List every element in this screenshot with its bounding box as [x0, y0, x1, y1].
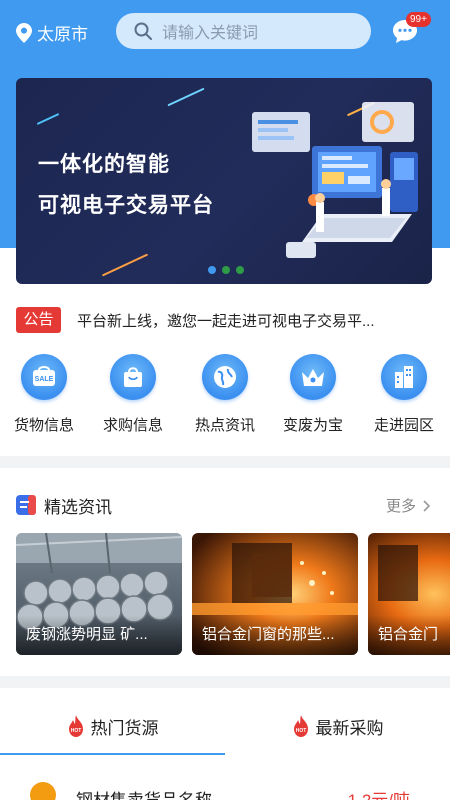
nav-label: 走进园区	[373, 417, 434, 434]
nav-item-purchase[interactable]: 求购信息	[97, 354, 169, 435]
svg-text:SALE: SALE	[35, 376, 54, 383]
banner-decoration	[36, 113, 60, 125]
divider	[0, 456, 450, 468]
banner-decoration	[167, 87, 205, 107]
list-item[interactable]: 钢材售卖货品名称 1.2元/吨	[0, 770, 450, 800]
nav-item-goods[interactable]: SALE 货物信息	[8, 354, 80, 435]
laptop-illustration	[252, 102, 418, 258]
news-card[interactable]: 废钢涨势明显 矿...	[16, 533, 182, 655]
category-nav: SALE 货物信息 求购信息 热点资讯 变废为宝 走进园区	[0, 354, 450, 444]
search-input[interactable]: 请输入关键词	[116, 13, 371, 49]
nav-label: 变废为宝	[282, 417, 343, 434]
nav-item-park[interactable]: 走进园区	[368, 354, 440, 435]
news-card-caption: 铝合金门	[368, 615, 450, 655]
top-header: 太原市 请输入关键词 99+	[0, 0, 450, 62]
news-card-caption: 铝合金门窗的那些...	[192, 615, 358, 655]
city-label: 太原市	[37, 25, 88, 44]
announcement-bar[interactable]: 公告 平台新上线，邀您一起走进可视电子交易平...	[16, 306, 436, 334]
tab-hot-supply[interactable]: HOT 热门货源	[0, 698, 225, 754]
banner-title-line1: 一体化的智能	[38, 153, 170, 176]
hot-flame-icon: HOT	[293, 715, 308, 737]
banner-dot[interactable]	[222, 266, 230, 274]
goods-icon	[30, 782, 56, 800]
nav-item-recycle[interactable]: 变废为宝	[277, 354, 349, 435]
news-card[interactable]: 铝合金门	[368, 533, 450, 655]
announcement-tag: 公告	[16, 307, 61, 333]
item-price: 1.2元/吨	[348, 786, 410, 800]
nav-label: 货物信息	[13, 417, 74, 434]
svg-text:HOT: HOT	[70, 728, 81, 734]
banner-pagination	[208, 266, 250, 274]
banner-dot[interactable]	[208, 266, 216, 274]
announcement-text: 平台新上线，邀您一起走进可视电子交易平...	[77, 312, 375, 330]
shopping-bag-icon	[110, 354, 156, 400]
news-carousel: 废钢涨势明显 矿... 铝合金门窗的那些... 铝合金门	[16, 533, 450, 655]
crown-icon	[290, 354, 336, 400]
nav-label: 求购信息	[102, 417, 163, 434]
news-card-caption: 废钢涨势明显 矿...	[16, 615, 182, 655]
tab-label: 最新采购	[315, 718, 384, 738]
svg-text:HOT: HOT	[295, 728, 306, 734]
nav-item-news[interactable]: 热点资讯	[189, 354, 261, 435]
chevron-right-icon	[423, 499, 431, 512]
nav-label: 热点资讯	[194, 417, 255, 434]
globe-icon	[202, 354, 248, 400]
promo-banner[interactable]: 一体化的智能 可视电子交易平台	[16, 78, 432, 284]
news-card[interactable]: 铝合金门窗的那些...	[192, 533, 358, 655]
item-name: 钢材售卖货品名称	[76, 786, 212, 800]
location-pin-icon	[16, 22, 32, 43]
city-selector[interactable]: 太原市	[16, 20, 88, 45]
news-list-icon	[16, 495, 36, 515]
banner-title-line2: 可视电子交易平台	[38, 194, 214, 217]
banner-dot[interactable]	[236, 266, 244, 274]
section-title: 精选资讯	[44, 497, 112, 517]
search-placeholder: 请输入关键词	[162, 25, 259, 42]
building-icon	[381, 354, 427, 400]
tab-label: 热门货源	[90, 718, 159, 738]
more-link[interactable]: 更多	[386, 495, 434, 516]
listing-tabs: HOT 热门货源 HOT 最新采购	[0, 698, 450, 756]
search-icon	[134, 22, 152, 40]
news-section-header: 精选资讯 更多	[16, 492, 434, 518]
more-label: 更多	[385, 498, 416, 515]
message-badge: 99+	[406, 12, 431, 27]
hot-flame-icon: HOT	[68, 715, 83, 737]
divider	[0, 676, 450, 688]
sale-bag-icon: SALE	[21, 354, 67, 400]
banner-decoration	[101, 253, 149, 277]
active-tab-indicator	[0, 753, 225, 755]
tab-latest-purchase[interactable]: HOT 最新采购	[225, 698, 450, 754]
